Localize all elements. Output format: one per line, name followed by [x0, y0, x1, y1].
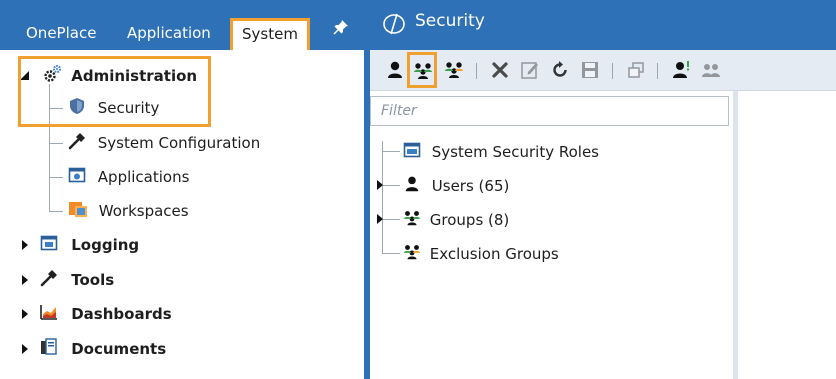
- exclusion-group-icon: [403, 243, 421, 265]
- tab-application[interactable]: Application: [127, 18, 211, 50]
- onestream-logo-icon: [382, 12, 406, 36]
- tab-oneplace[interactable]: OnePlace: [26, 18, 96, 50]
- highlight-box: [18, 56, 211, 127]
- tree-line: [382, 253, 400, 254]
- tree-item-groups[interactable]: Groups (8): [403, 209, 509, 231]
- tree-item-dashboards[interactable]: Dashboards: [40, 303, 172, 325]
- filter-input[interactable]: [370, 96, 729, 126]
- workspaces-icon: [68, 200, 88, 222]
- tree-line: [382, 141, 383, 254]
- tree-item-users[interactable]: Users (65): [403, 175, 509, 197]
- hammer-icon: [68, 132, 86, 154]
- title-bar: Security: [370, 0, 836, 50]
- toolbar-separator: [657, 63, 658, 79]
- toolbar-separator: [612, 63, 613, 79]
- security-panel: Security Filter System Security Roles Us…: [370, 0, 836, 379]
- tree-item-documents[interactable]: Documents: [40, 338, 166, 360]
- user-alert-button[interactable]: [666, 56, 696, 84]
- tree-line: [382, 151, 400, 152]
- tab-bar: OnePlace Application System: [0, 0, 364, 50]
- tree-item-applications[interactable]: Applications: [68, 166, 189, 188]
- panel-title: Security: [415, 11, 485, 31]
- tree-item-workspaces[interactable]: Workspaces: [68, 200, 189, 222]
- chart-icon: [40, 303, 58, 325]
- tree-line: [49, 177, 63, 178]
- documents-icon: [40, 338, 58, 360]
- pin-icon[interactable]: [333, 19, 349, 35]
- tree-line: [382, 185, 400, 186]
- user-group-alert-button[interactable]: [696, 56, 726, 84]
- tree-line: [49, 143, 63, 144]
- left-navigation-panel: OnePlace Application System Administrati…: [0, 0, 364, 379]
- log-window-icon: [40, 234, 58, 256]
- copy-button[interactable]: [621, 56, 651, 84]
- tree-line: [49, 211, 63, 212]
- edit-button[interactable]: [515, 56, 545, 84]
- expand-arrow-icon[interactable]: [22, 344, 28, 354]
- tree-pane: System Security Roles Users (65) Groups …: [370, 91, 738, 379]
- expand-arrow-icon[interactable]: [22, 275, 28, 285]
- expand-arrow-icon[interactable]: [22, 309, 28, 319]
- tree-item-system-configuration[interactable]: System Configuration: [68, 132, 260, 154]
- toolbar: [370, 50, 836, 91]
- delete-button[interactable]: [485, 56, 515, 84]
- user-icon: [403, 175, 421, 197]
- add-exclusion-group-button[interactable]: [439, 56, 469, 84]
- tree-line: [382, 219, 400, 220]
- group-icon: [403, 209, 421, 231]
- tree-item-tools[interactable]: Tools: [40, 269, 114, 291]
- refresh-button[interactable]: [545, 56, 575, 84]
- tab-system[interactable]: System: [230, 18, 310, 50]
- expand-arrow-icon[interactable]: [22, 240, 28, 250]
- expand-arrow-icon[interactable]: [377, 214, 383, 224]
- toolbar-separator: [476, 63, 477, 79]
- tree-item-exclusion-groups[interactable]: Exclusion Groups: [403, 243, 559, 265]
- expand-arrow-icon[interactable]: [377, 180, 383, 190]
- tree-item-logging[interactable]: Logging: [40, 234, 139, 256]
- add-group-button[interactable]: [407, 52, 437, 88]
- security-roles-icon: [403, 141, 421, 163]
- hammer-icon: [40, 269, 58, 291]
- save-button[interactable]: [575, 56, 605, 84]
- application-window-icon: [68, 166, 86, 188]
- tree-item-system-security-roles[interactable]: System Security Roles: [403, 141, 599, 163]
- add-user-button[interactable]: [380, 56, 410, 84]
